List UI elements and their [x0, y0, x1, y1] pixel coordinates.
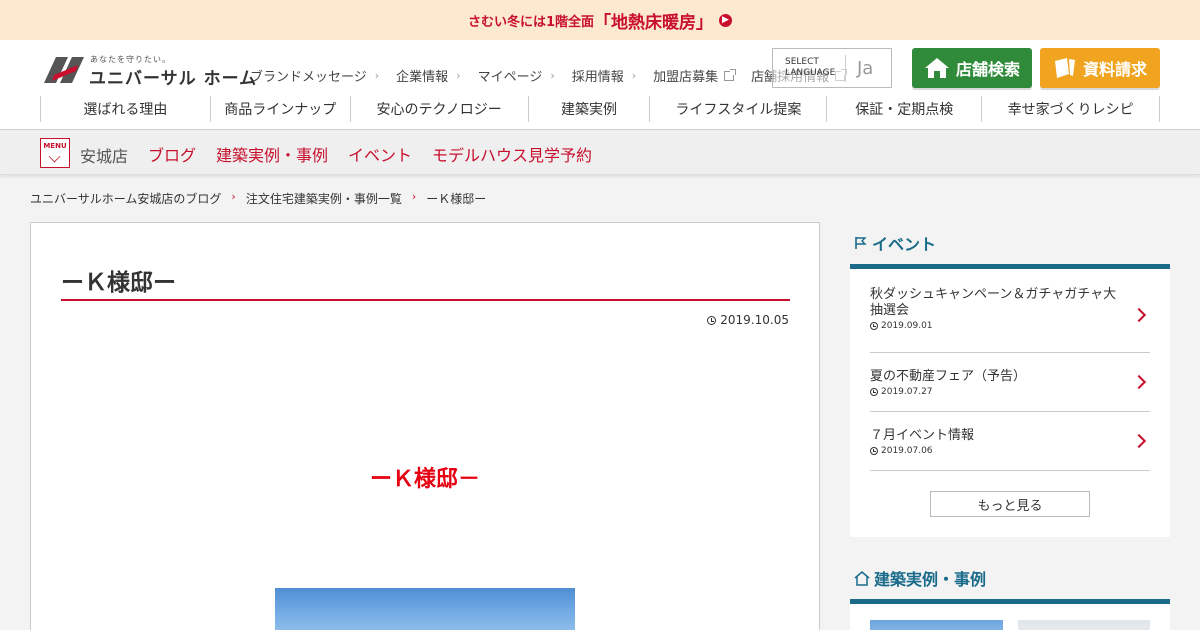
store-link-model-house[interactable]: モデルハウス見学予約 [432, 142, 592, 166]
events-title-label: イベント [872, 235, 937, 254]
events-widget-title: イベント [850, 222, 1170, 264]
language-select[interactable]: SELECT LANGUAGE Ja [772, 48, 892, 88]
logo-mark-icon [44, 57, 84, 83]
article-card: ーＫ様邸ー 2019.10.05 ーＫ様邸－ [30, 222, 820, 630]
util-label: 加盟店募集 [653, 70, 719, 85]
event-date: 2019.07.06 [870, 446, 1126, 456]
breadcrumb-item[interactable]: ユニバーサルホーム安城店のブログ [30, 190, 221, 207]
store-search-button[interactable]: 店舗検索 [912, 48, 1032, 88]
breadcrumb-current: ーＫ様邸ー [426, 192, 487, 206]
gnav-technology[interactable]: 安心のテクノロジー [351, 96, 529, 122]
util-label: 企業情報 [396, 70, 449, 85]
event-date-value: 2019.07.06 [881, 446, 933, 456]
gnav-warranty[interactable]: 保証・定期点検 [827, 96, 983, 122]
gnav-examples[interactable]: 建築実例 [529, 96, 651, 122]
event-date-value: 2019.07.27 [881, 387, 933, 397]
store-link-blog[interactable]: ブログ [148, 142, 196, 166]
store-link-events[interactable]: イベント [348, 142, 412, 166]
global-nav: 選ばれる理由 商品ラインナップ 安心のテクノロジー 建築実例 ライフスタイル提案… [40, 96, 1160, 122]
util-company[interactable]: 企業情報 › [396, 66, 460, 85]
util-label: 採用情報 [571, 70, 624, 85]
cases-thumbnails [850, 604, 1170, 630]
title-underline [61, 299, 790, 301]
event-title: 秋ダッシュキャンペーン＆ガチャガチャ大抽選会 [870, 287, 1117, 318]
menu-button[interactable]: MENU [40, 138, 70, 168]
clock-icon [870, 447, 878, 455]
language-divider [845, 55, 846, 82]
chevron-right-icon [1131, 433, 1147, 449]
util-mypage[interactable]: マイページ › [478, 66, 555, 85]
chevron-right-icon: › [456, 69, 461, 82]
house-photo [275, 588, 575, 630]
chevron-right-icon: › [631, 69, 637, 82]
flag-icon [854, 236, 868, 250]
external-link-icon [724, 68, 737, 81]
utility-nav: ブランドメッセージ› 企業情報› マイページ› 採用情報› 加盟店募集 店舗採用… [250, 66, 862, 85]
store-search-label: 店舗検索 [955, 60, 1020, 79]
site-header: あなたを守りたい。 ユニバーサル ホーム ブランドメッセージ › 企業情報 › マイ… [0, 40, 1200, 130]
chevron-right-icon [1131, 307, 1147, 322]
cases-title-label: 建築実例・事例 [874, 570, 987, 589]
event-date: 2019.09.01 [870, 321, 1126, 331]
article-heading: ーＫ様邸－ [369, 467, 480, 492]
util-label: ブランドメッセージ [250, 70, 367, 85]
chevron-down-icon [48, 150, 61, 163]
article-date-value: 2019.10.05 [720, 313, 789, 327]
store-name: 安城店 [80, 147, 129, 166]
chevron-right-icon: › [550, 69, 555, 82]
article-title: ーＫ様邸ー [61, 270, 176, 296]
house-outline-icon [854, 570, 870, 586]
util-franchise[interactable]: 加盟店募集 [653, 66, 737, 85]
events-list: 秋ダッシュキャンペーン＆ガチャガチャ大抽選会 2019.09.01 夏の不動産フ… [850, 269, 1170, 537]
chevron-right-icon [1131, 374, 1147, 390]
promo-text-small: さむい冬には1階全面 [467, 14, 595, 30]
clock-icon [870, 322, 878, 330]
gnav-lineup[interactable]: 商品ラインナップ [211, 96, 351, 122]
event-title: ７月イベント情報 [870, 428, 975, 443]
breadcrumb-item[interactable]: 注文住宅建築実例・事例一覧 [246, 190, 402, 207]
gnav-lifestyle[interactable]: ライフスタイル提案 [650, 96, 828, 122]
sidebar: イベント 秋ダッシュキャンペーン＆ガチャガチャ大抽選会 2019.09.01 夏… [850, 222, 1170, 630]
article-date: 2019.10.05 [707, 313, 789, 327]
house-icon [924, 57, 950, 79]
case-thumbnail[interactable] [870, 620, 1003, 630]
logo-name: ユニバーサル ホーム [89, 69, 258, 89]
store-link-examples[interactable]: 建築実例・事例 [216, 142, 328, 166]
util-label: マイページ [477, 70, 543, 85]
event-item[interactable]: 夏の不動産フェア（予告） 2019.07.27 [870, 353, 1150, 412]
event-item[interactable]: 秋ダッシュキャンペーン＆ガチャガチャ大抽選会 2019.09.01 [870, 287, 1150, 353]
promo-text-big: 「地熱床暖房」 [594, 12, 714, 33]
brochure-icon [1053, 57, 1077, 79]
event-title: 夏の不動産フェア（予告） [870, 369, 1027, 384]
language-select-label: SELECT LANGUAGE [785, 57, 836, 78]
promo-banner[interactable]: さむい冬には1階全面 「地熱床暖房」 ▶ [0, 0, 1200, 40]
util-recruit[interactable]: 採用情報 › [572, 66, 636, 85]
store-links: ブログ 建築実例・事例 イベント モデルハウス見学予約 [148, 142, 612, 166]
breadcrumb: ユニバーサルホーム安城店のブログ › 注文住宅建築実例・事例一覧 › ーＫ様邸ー [30, 190, 486, 207]
event-item[interactable]: ７月イベント情報 2019.07.06 [870, 412, 1150, 471]
site-logo[interactable]: あなたを守りたい。 ユニバーサル ホーム [40, 52, 256, 89]
document-request-button[interactable]: 資料請求 [1040, 48, 1160, 88]
document-request-label: 資料請求 [1082, 60, 1147, 79]
event-date: 2019.07.27 [870, 387, 1126, 397]
store-subnav: MENU 安城店 ブログ 建築実例・事例 イベント モデルハウス見学予約 [0, 130, 1200, 175]
more-events-button[interactable]: もっと見る [930, 491, 1090, 517]
chevron-right-icon: › [374, 69, 380, 82]
chevron-right-icon: › [231, 190, 236, 203]
event-date-value: 2019.09.01 [881, 321, 933, 331]
clock-icon [870, 388, 878, 396]
clock-icon [707, 315, 717, 325]
chevron-right-icon: › [411, 190, 417, 203]
gnav-reasons[interactable]: 選ばれる理由 [41, 96, 211, 122]
cases-widget-title: 建築実例・事例 [850, 557, 1170, 599]
case-thumbnail[interactable] [1018, 620, 1150, 630]
chevron-right-icon: ▶ [719, 13, 733, 27]
language-value: Ja [857, 58, 874, 79]
menu-label: MENU [43, 142, 67, 150]
gnav-recipe[interactable]: 幸せ家づくりレシピ [982, 96, 1160, 122]
util-brand-message[interactable]: ブランドメッセージ › [250, 66, 379, 85]
